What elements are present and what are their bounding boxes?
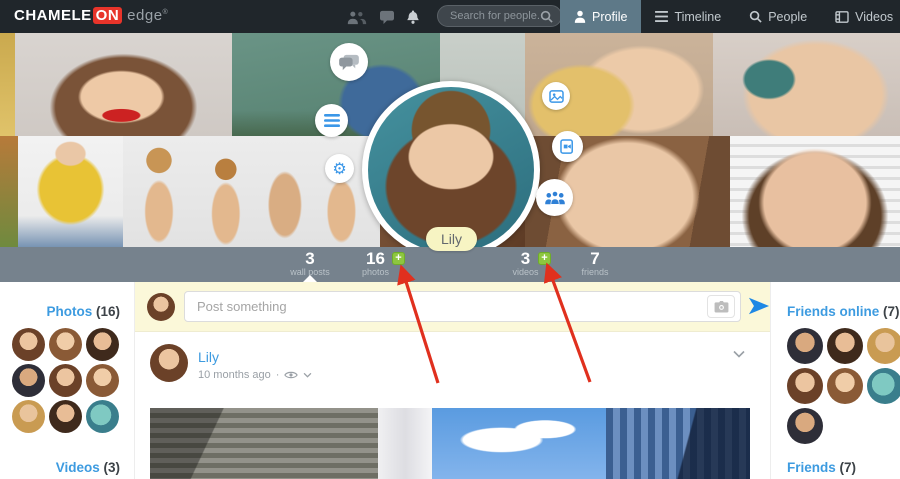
right-sidebar: Friends online (7) Friends (7): [770, 282, 900, 479]
timeline-icon: [655, 11, 668, 22]
photo-thumb[interactable]: [86, 328, 119, 361]
friend-requests-icon[interactable]: [346, 8, 368, 26]
privacy-chevron-icon[interactable]: [303, 372, 312, 378]
composer-avatar[interactable]: [147, 293, 175, 321]
friend-avatar[interactable]: [867, 368, 900, 404]
photo-building-left: [150, 408, 378, 479]
cover-photo-9: [123, 136, 380, 247]
people-search-icon: [749, 10, 762, 23]
friend-avatar[interactable]: [787, 368, 823, 404]
photo-thumb[interactable]: [12, 328, 45, 361]
post-meta: 10 months ago ·: [198, 369, 312, 381]
profile-photo[interactable]: [362, 81, 540, 247]
left-sidebar: Photos (16) Videos (3): [0, 282, 135, 479]
post-composer: [135, 282, 770, 332]
post-author-name[interactable]: Lily: [198, 349, 219, 365]
photos-section-link[interactable]: Photos (16): [0, 304, 120, 319]
post-collapse-chevron[interactable]: [733, 350, 745, 358]
tab-videos[interactable]: Videos: [821, 0, 900, 33]
photo-thumb[interactable]: [12, 400, 45, 433]
stat-wall-posts[interactable]: 3 wall posts: [280, 250, 340, 278]
post-something-input[interactable]: [184, 291, 741, 322]
photo-sky: [432, 408, 606, 479]
photo-thumb[interactable]: [86, 400, 119, 433]
profile-icon: [574, 10, 586, 23]
post-timestamp: 10 months ago: [198, 369, 271, 381]
search-icon[interactable]: [540, 10, 553, 23]
friends-section-link[interactable]: Friends (7): [787, 460, 856, 475]
cover-photo-collage: ⚙: [0, 33, 900, 247]
profile-portrait: [368, 87, 534, 247]
friends-button[interactable]: [536, 179, 573, 216]
add-photo-button[interactable]: [542, 82, 570, 110]
active-tab-pointer: [303, 275, 317, 282]
profile-name-badge: Lily: [426, 227, 477, 251]
attach-photo-button[interactable]: [707, 295, 735, 318]
brand-logo[interactable]: CHAMELEONedge®: [14, 7, 168, 24]
main-nav-tabs: Profile Timeline People Videos More: [560, 0, 900, 33]
friend-avatar[interactable]: [787, 328, 823, 364]
add-videos-button[interactable]: +: [538, 252, 551, 265]
tab-people[interactable]: People: [735, 0, 821, 33]
photo-thumb[interactable]: [49, 364, 82, 397]
cover-photo-12: [730, 136, 900, 247]
friend-avatar[interactable]: [787, 408, 823, 444]
photo-glass-towers: [606, 408, 750, 479]
add-video-button[interactable]: [552, 131, 583, 162]
photo-thumb[interactable]: [86, 364, 119, 397]
send-post-button[interactable]: [748, 295, 770, 317]
top-navbar: CHAMELEONedge® Profile Timeline: [0, 0, 900, 33]
cover-photo-6: [713, 33, 900, 136]
search-input[interactable]: [450, 10, 540, 22]
add-photos-button[interactable]: +: [392, 252, 405, 265]
post-card-header: Lily 10 months ago ·: [135, 332, 770, 408]
post-author-avatar[interactable]: [150, 344, 188, 382]
photo-thumb[interactable]: [49, 400, 82, 433]
friend-avatar[interactable]: [867, 328, 900, 364]
cover-photo-1: [0, 33, 15, 136]
profile-page: CHAMELEONedge® Profile Timeline: [0, 0, 900, 479]
meta-separator: ·: [276, 369, 280, 381]
photo-thumb[interactable]: [49, 328, 82, 361]
tab-profile[interactable]: Profile: [560, 0, 641, 33]
cover-photo-2: [15, 33, 232, 136]
videos-icon: [835, 11, 849, 23]
photo-thumb[interactable]: [12, 364, 45, 397]
messages-icon[interactable]: [376, 8, 398, 26]
friends-online-link[interactable]: Friends online (7): [787, 304, 900, 319]
chat-bubbles-button[interactable]: [330, 43, 368, 81]
tab-timeline[interactable]: Timeline: [641, 0, 735, 33]
search-box[interactable]: [437, 5, 562, 27]
menu-button[interactable]: [315, 104, 348, 137]
friend-avatar[interactable]: [827, 368, 863, 404]
notifications-icon[interactable]: [402, 8, 424, 26]
friend-avatar[interactable]: [827, 328, 863, 364]
photo-building-white: [378, 408, 432, 479]
cover-photo-7: [0, 136, 18, 247]
privacy-eye-icon: [284, 370, 298, 380]
settings-gear-button[interactable]: ⚙: [325, 154, 354, 183]
profile-stats-bar: 3 wall posts 16 photos + 3 videos + 7 fr…: [0, 247, 900, 282]
cover-photo-8: [18, 136, 123, 247]
stat-friends[interactable]: 7 friends: [566, 250, 624, 278]
post-photo[interactable]: [150, 408, 750, 479]
videos-section-link[interactable]: Videos (3): [0, 460, 120, 475]
